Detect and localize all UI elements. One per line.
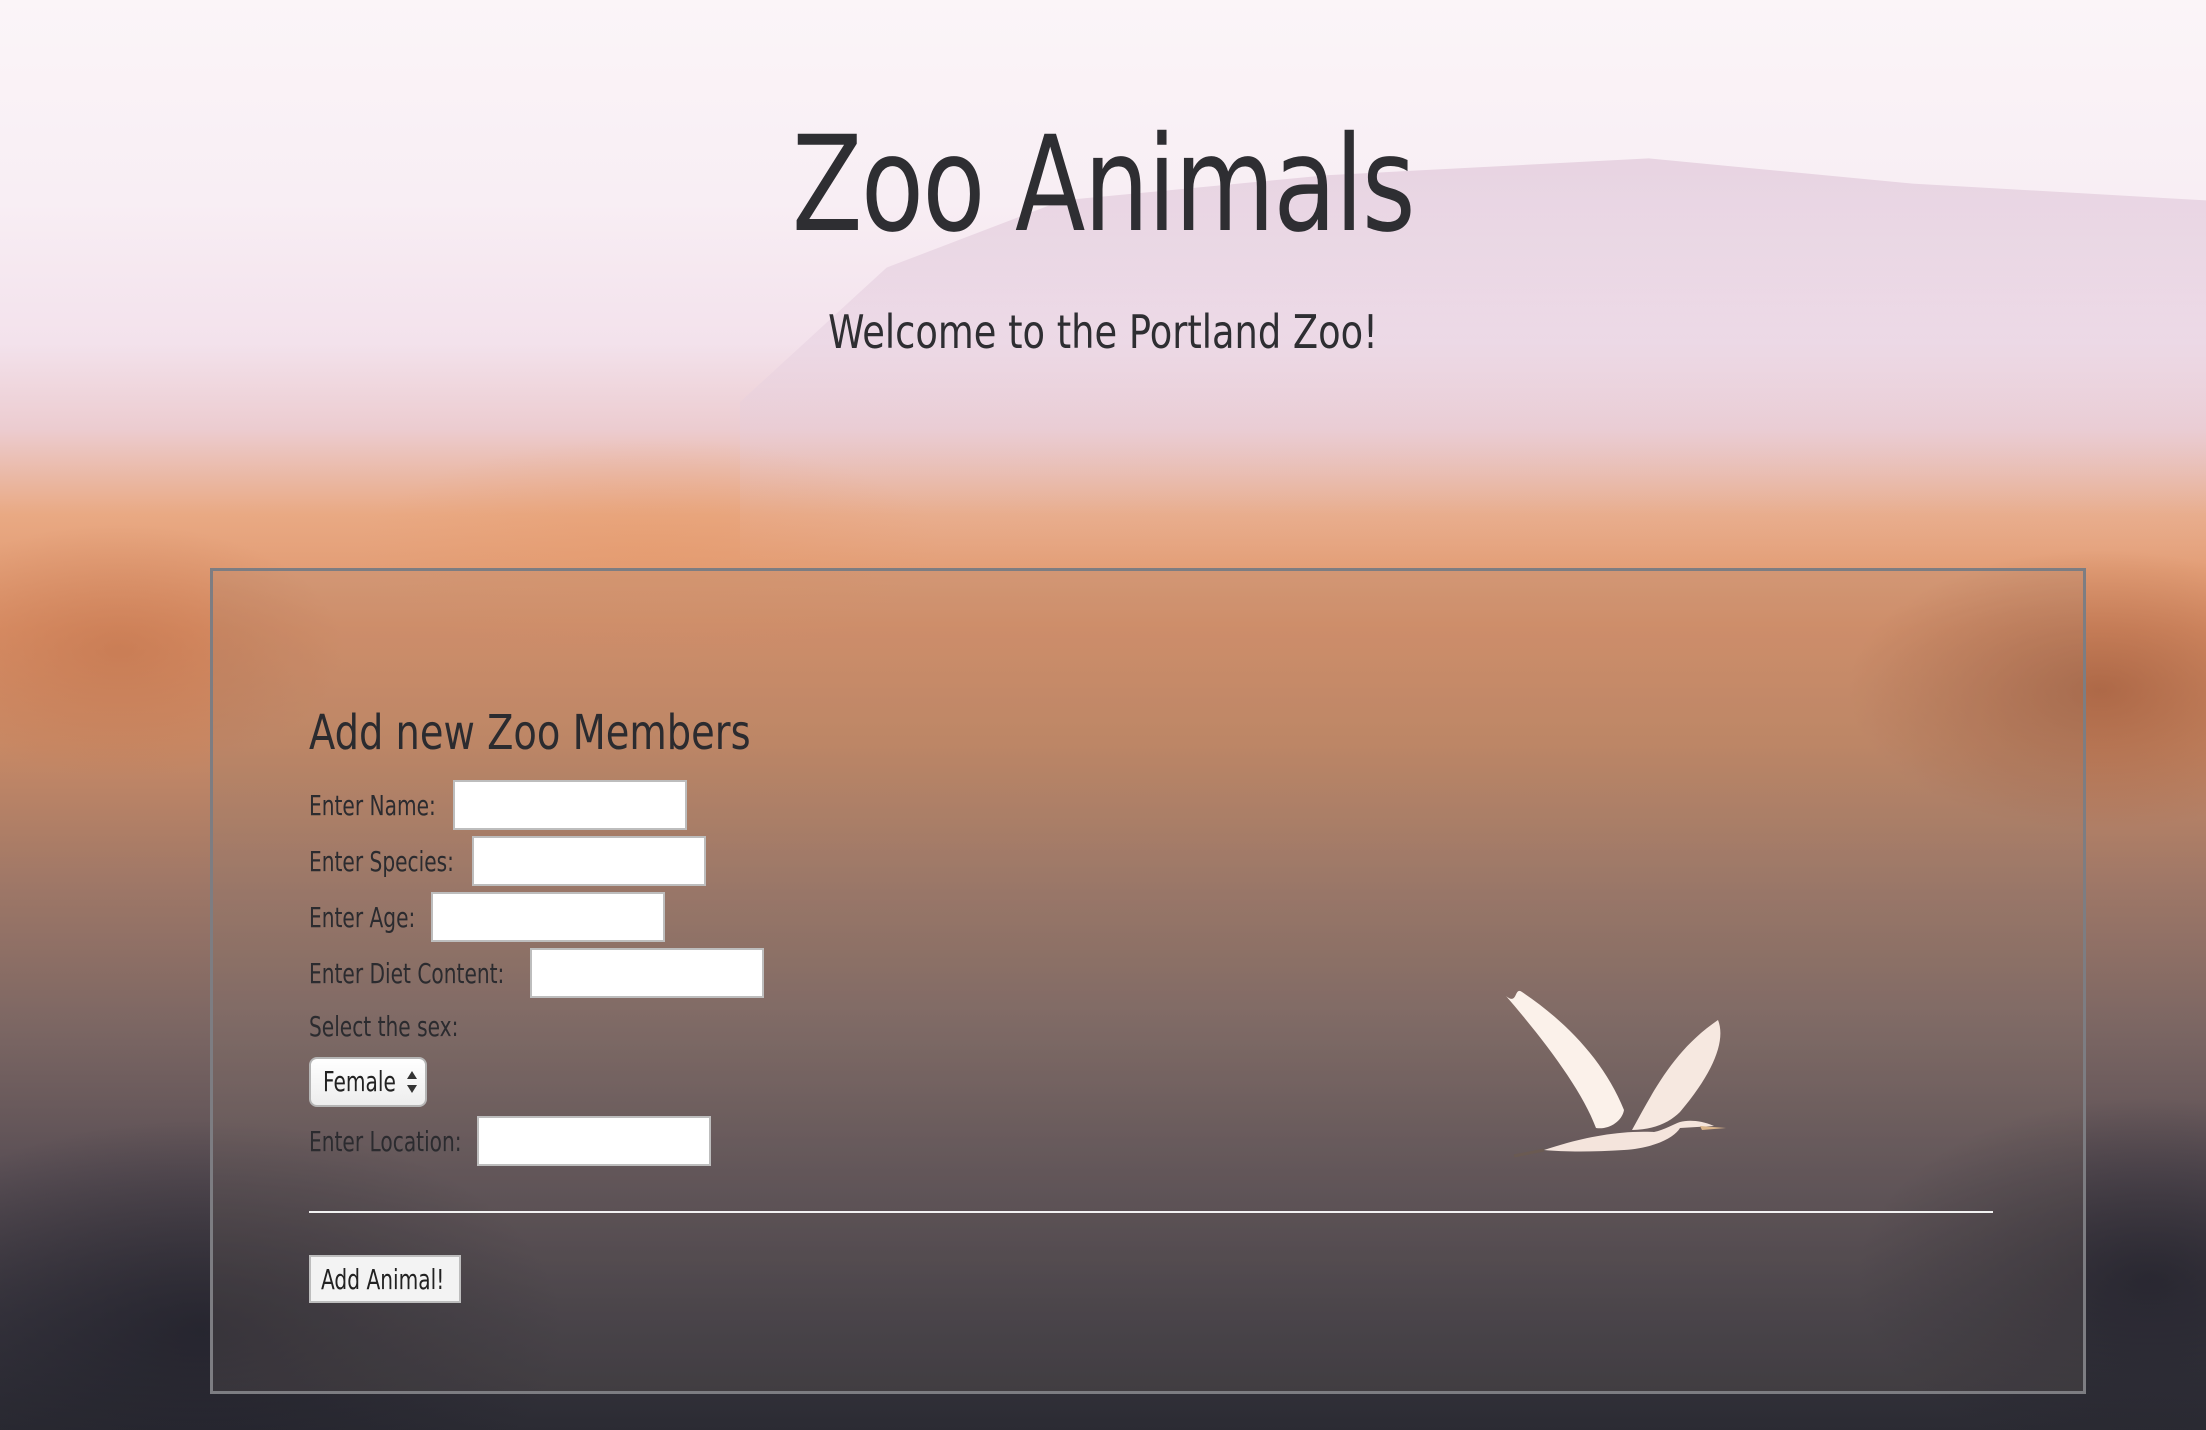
name-input[interactable]: [453, 780, 688, 830]
age-input[interactable]: [430, 892, 665, 942]
add-animal-form: Add new Zoo Members Enter Name: Enter Sp…: [309, 705, 861, 1169]
add-animal-button-label: Add Animal!: [321, 1262, 445, 1296]
diet-label: Enter Diet Content:: [309, 956, 505, 990]
sex-label: Select the sex:: [309, 1009, 459, 1043]
age-row: Enter Age:: [309, 889, 861, 945]
diet-input[interactable]: [530, 948, 765, 998]
age-label: Enter Age:: [309, 900, 416, 934]
page-header: Zoo Animals Welcome to the Portland Zoo!: [0, 100, 2206, 360]
species-row: Enter Species:: [309, 833, 861, 889]
sex-row: Select the sex:: [309, 1001, 861, 1051]
form-divider: [309, 1211, 1993, 1213]
diet-row: Enter Diet Content:: [309, 945, 861, 1001]
location-input[interactable]: [476, 1116, 711, 1166]
species-label: Enter Species:: [309, 844, 454, 878]
species-input[interactable]: [472, 836, 707, 886]
location-label: Enter Location:: [309, 1124, 462, 1158]
sex-select[interactable]: Female: [309, 1057, 427, 1107]
add-animal-button[interactable]: Add Animal!: [309, 1255, 461, 1303]
name-label: Enter Name:: [309, 788, 436, 822]
egret-bird-image: [1506, 990, 1726, 1158]
page-subtitle: Welcome to the Portland Zoo!: [828, 305, 1378, 359]
name-row: Enter Name:: [309, 777, 861, 833]
sex-select-box[interactable]: [309, 1057, 427, 1107]
page-title: Zoo Animals: [791, 108, 1416, 262]
add-animal-panel: Add new Zoo Members Enter Name: Enter Sp…: [210, 568, 2086, 1394]
form-heading: Add new Zoo Members: [309, 705, 751, 761]
location-row: Enter Location:: [309, 1113, 861, 1169]
